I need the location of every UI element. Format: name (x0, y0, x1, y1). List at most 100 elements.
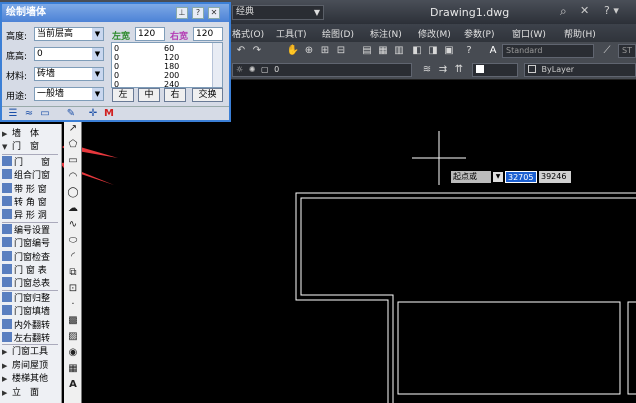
close-button[interactable]: ✕ (208, 7, 220, 19)
polygon-icon[interactable]: ⬠ (66, 138, 80, 152)
chevron-down-icon: ▼ (92, 48, 103, 60)
palette-item-label: 左右翻转 (14, 334, 51, 344)
list-item-right: 180 (164, 62, 180, 71)
coord-x-input[interactable]: 32705 (505, 171, 537, 183)
base-value: 0 (37, 49, 43, 59)
ellipse-icon[interactable]: ⬭ (66, 234, 80, 248)
help-button[interactable]: ? (192, 7, 204, 19)
material-select[interactable]: 砖墙 ▼ (34, 67, 104, 81)
list-item[interactable]: 0 240 (114, 80, 204, 88)
palette-tool-icon (2, 250, 12, 261)
ellipse-arc-icon[interactable]: ◜ (66, 250, 80, 264)
left-width-input[interactable]: 120 (135, 27, 165, 41)
spline-icon[interactable]: ∿ (66, 218, 80, 232)
palette-tool-icon (2, 223, 12, 234)
palette-item[interactable]: ▶ 墙 体 (2, 128, 60, 140)
palette-item[interactable]: 门 窗 表 (2, 264, 60, 276)
align-right-button[interactable]: 右 (164, 88, 186, 102)
line-icon[interactable]: ↗ (66, 122, 80, 136)
palette-item-label: 房间屋顶 (12, 360, 49, 371)
straight-wall-icon[interactable]: ☰ (6, 107, 20, 121)
region-icon[interactable]: ◉ (66, 346, 80, 360)
tool-palette: ▶ 墙 体 ▼ 门 窗门 窗组合门窗带 形 窗转 角 窗异 形 洞编号设置 门窗编号 门窗… (0, 124, 62, 403)
height-select[interactable]: 当前层高 ▼ (34, 27, 104, 41)
draw-toolbar: ↗ ⬠ ▭ ◠ ◯ ☁ ∿ ⬭ ◜ ⧉ ⊡ · ▩ ▨ ◉ ▦ A (64, 120, 82, 403)
palette-item-label: 门 窗 (12, 142, 40, 153)
list-item[interactable]: 0 200 (114, 71, 204, 80)
height-value: 当前层高 (37, 29, 74, 39)
palette-item[interactable]: 门窗填墙 (2, 305, 60, 317)
list-item-right: 200 (164, 71, 180, 80)
palette-item-label: 门窗填墙 (14, 307, 51, 318)
dialog-bottom-toolbar: ☰ ≈ ▭ ✎ ✛ M (2, 106, 229, 120)
dynamic-input-prompt: 起点或 (451, 171, 491, 183)
align-left-button[interactable]: 左 (112, 88, 134, 102)
palette-item[interactable]: 内外翻转 (2, 318, 60, 331)
palette-item[interactable]: 门窗检查 (2, 250, 60, 263)
list-item[interactable]: 0 120 (114, 53, 204, 62)
palette-item[interactable]: 门窗总表 (2, 277, 60, 289)
palette-item-label: 墙 体 (12, 129, 40, 139)
palette-item[interactable]: 左右翻转 (2, 332, 60, 344)
list-item[interactable]: 0 60 (114, 44, 204, 53)
list-item-left: 0 (114, 80, 120, 88)
palette-item[interactable]: 组合门窗 (2, 169, 60, 181)
draw-wall-dialog: 绘制墙体 ⊥ ? ✕ 高度: 当前层高 ▼ 底高: 0 ▼ 材料: 砖墙 ▼ 用… (0, 2, 231, 122)
material-label: 材料: (6, 72, 28, 82)
height-label: 高度: (6, 32, 28, 42)
palette-item[interactable]: ▶ 立 面 (2, 387, 60, 399)
palette-tool-icon (2, 169, 12, 180)
arc-wall-icon[interactable]: ≈ (22, 107, 36, 121)
palette-tool-icon (2, 291, 12, 302)
hatch-icon[interactable]: ▩ (66, 314, 80, 328)
palette-item[interactable]: ▶ 房间屋顶 (2, 360, 60, 372)
swap-button[interactable]: 交换 (192, 88, 223, 102)
rectangle-icon[interactable]: ▭ (66, 154, 80, 168)
collapsed-arrow-icon: ▶ (2, 130, 8, 138)
table-icon[interactable]: ▦ (66, 362, 80, 376)
gradient-icon[interactable]: ▨ (66, 330, 80, 344)
insert-block-icon[interactable]: ⧉ (66, 266, 80, 280)
arc-icon[interactable]: ◠ (66, 170, 80, 184)
multiline-text-icon[interactable]: A (66, 378, 80, 392)
collapsed-arrow-icon: ▶ (2, 348, 8, 357)
pin-icon[interactable]: ⊥ (176, 7, 188, 19)
palette-item-label: 带 形 窗 (14, 184, 47, 195)
base-select[interactable]: 0 ▼ (34, 47, 104, 61)
palette-tool-icon (2, 277, 12, 288)
coord-y-input[interactable]: 39246 (539, 171, 571, 183)
palette-item[interactable]: 带 形 窗 (2, 182, 60, 195)
right-width-input[interactable]: 120 (193, 27, 223, 41)
usage-select[interactable]: 一般墙 ▼ (34, 87, 104, 101)
room-edge (627, 301, 636, 395)
palette-item[interactable]: 异 形 洞 (2, 209, 60, 221)
palette-item-label: 组合门窗 (14, 171, 51, 182)
palette-item[interactable]: 门 窗 (2, 155, 60, 168)
point-icon[interactable]: · (66, 298, 80, 312)
wall-width-list[interactable]: 0 60 0 120 0 180 0 200 0 240 (111, 42, 223, 88)
revision-cloud-icon[interactable]: ☁ (66, 202, 80, 216)
palette-item[interactable]: 转 角 窗 (2, 196, 60, 208)
snap-icon[interactable]: ✛ (86, 107, 100, 121)
palette-item[interactable]: 编号设置 (2, 223, 60, 236)
list-item-left: 0 (114, 71, 120, 80)
palette-item[interactable]: ▼ 门 窗 (2, 141, 60, 153)
palette-item[interactable]: ▶ 门窗工具 (2, 346, 60, 358)
list-scrollbar[interactable] (212, 43, 222, 87)
room-rectangle (397, 301, 621, 395)
palette-item[interactable]: 门窗归整 (2, 291, 60, 304)
circle-icon[interactable]: ◯ (66, 186, 80, 200)
make-block-icon[interactable]: ⊡ (66, 282, 80, 296)
palette-item-label: 门窗归整 (14, 293, 51, 304)
palette-item-label: 门 窗 (14, 157, 51, 168)
m-button[interactable]: M (102, 107, 116, 121)
align-center-button[interactable]: 中 (138, 88, 160, 102)
list-item[interactable]: 0 180 (114, 62, 204, 71)
pick-icon[interactable]: ✎ (64, 107, 78, 121)
collapsed-arrow-icon: ▶ (2, 388, 8, 397)
palette-divider (2, 289, 58, 291)
palette-item[interactable]: ▶ 楼梯其他 (2, 373, 60, 385)
dynamic-input-options-icon[interactable]: ▼ (493, 172, 503, 182)
rectangle-wall-icon[interactable]: ▭ (38, 107, 52, 121)
palette-item[interactable]: 门窗编号 (2, 237, 60, 249)
